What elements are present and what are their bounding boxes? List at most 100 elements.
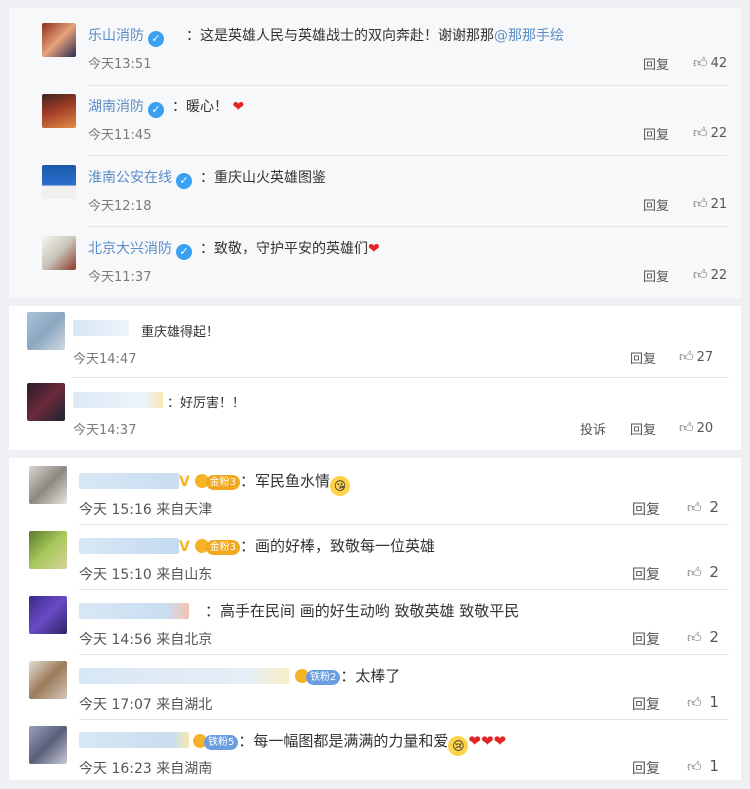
blurred-username[interactable] — [79, 473, 179, 489]
like-button[interactable]: 👍︎ 2 — [687, 563, 719, 581]
crying-face-icon: 😢 — [448, 736, 469, 756]
avatar[interactable] — [27, 312, 65, 350]
reply-button[interactable]: 回复 — [632, 564, 660, 584]
comment-text: ：好厉害！！ — [167, 396, 246, 411]
like-button[interactable]: 👍︎ 22 — [693, 266, 727, 283]
verified-v-icon: ✓ — [148, 31, 164, 47]
comment-time: 今天11:45 — [88, 128, 152, 143]
thumbs-up-icon: 👍︎ — [693, 267, 708, 283]
avatar[interactable] — [29, 531, 67, 569]
avatar[interactable] — [29, 661, 67, 699]
divider — [88, 155, 727, 156]
reply-button[interactable]: 回复 — [643, 195, 669, 214]
comment-text: ：致敬，守护平安的英雄们❤ — [200, 241, 380, 257]
reply-button[interactable]: 回复 — [643, 124, 669, 143]
thumbs-up-icon: 👍︎ — [693, 125, 708, 141]
divider — [88, 226, 727, 227]
commenter-name[interactable]: 淮南公安在线 ✓ — [88, 167, 192, 189]
fan-comments-panel: V 金粉3 ：军民鱼水情 😘 今天 15:16 来自天津 回复 👍︎ 2 V 金粉3… — [9, 458, 741, 780]
comment-time: 今天 16:23 来自湖南 — [79, 761, 213, 777]
comment-time: 今天 15:16 来自天津 — [79, 502, 213, 518]
mention-link[interactable]: @那那手绘 — [494, 28, 564, 44]
thumbs-up-icon: 👍︎ — [687, 630, 702, 646]
avatar[interactable] — [27, 383, 65, 421]
like-button[interactable]: 👍︎ 1 — [687, 757, 719, 775]
reply-button[interactable]: 回复 — [632, 758, 660, 778]
like-button[interactable]: 👍︎ 20 — [679, 419, 713, 436]
divider — [79, 589, 729, 590]
avatar[interactable] — [42, 23, 76, 57]
report-button[interactable]: 投诉 — [580, 419, 606, 438]
blurred-username[interactable] — [73, 392, 163, 408]
comment-text: ：重庆山火英雄图鉴 — [200, 170, 326, 186]
like-button[interactable]: 👍︎ 27 — [679, 348, 713, 365]
comment-time: 今天14:37 — [73, 423, 137, 438]
like-button[interactable]: 👍︎ 2 — [687, 628, 719, 646]
thumbs-up-icon: 👍︎ — [687, 500, 702, 516]
thumbs-up-icon: 👍︎ — [687, 695, 702, 711]
avatar[interactable] — [42, 165, 76, 199]
red-heart-icon: ❤❤❤ — [468, 732, 507, 750]
fan-badge: 金粉3 — [205, 475, 240, 490]
fan-badge: 铁粉5 — [204, 735, 239, 750]
official-comments-panel: 乐山消防 ✓ ：这是英雄人民与英雄战士的双向奔赴！谢谢那那@那那手绘 今天13:5… — [9, 8, 741, 298]
red-heart-icon: ❤ — [368, 241, 380, 257]
comment-text: ：暖心！ ❤ — [172, 99, 245, 115]
reply-button[interactable]: 回复 — [630, 419, 656, 438]
like-button[interactable]: 👍︎ 42 — [693, 54, 727, 71]
comment-time: 今天12:18 — [88, 199, 152, 214]
divider — [79, 654, 729, 655]
comment-text: V 金粉3 ：画的好棒，致敬每一位英雄 — [179, 537, 436, 555]
reply-button[interactable]: 回复 — [643, 266, 669, 285]
commenter-name[interactable]: 湖南消防 ✓ — [88, 96, 164, 118]
comment-text: ：这是英雄人民与英雄战士的双向奔赴！谢谢那那@那那手绘 — [186, 28, 564, 44]
comment-text: ：高手在民间 画的好生动哟 致敬英雄 致敬平民 — [205, 602, 520, 620]
verified-v-icon: V — [179, 539, 190, 555]
thumbs-up-icon: 👍︎ — [687, 565, 702, 581]
comment-text: 重庆雄得起！ — [141, 325, 220, 340]
avatar[interactable] — [29, 596, 67, 634]
avatar[interactable] — [29, 466, 67, 504]
reply-button[interactable]: 回复 — [632, 694, 660, 714]
blurred-username[interactable] — [79, 668, 289, 684]
avatar[interactable] — [29, 726, 67, 764]
comment-text: 铁粉2 ：太棒了 — [295, 665, 400, 686]
reply-button[interactable]: 回复 — [630, 348, 656, 367]
fan-badge: 铁粉2 — [306, 670, 341, 685]
verified-v-icon: ✓ — [176, 244, 192, 260]
comment-time: 今天14:47 — [73, 352, 137, 367]
red-heart-icon: ❤ — [232, 99, 245, 115]
divider — [73, 377, 729, 378]
reply-button[interactable]: 回复 — [643, 54, 669, 73]
blurred-username[interactable] — [79, 732, 189, 748]
comment-text: 铁粉5 ：每一幅图都是满满的力量和爱 😢 ❤❤❤ — [193, 730, 506, 756]
verified-v-icon: ✓ — [148, 102, 164, 118]
commenter-name[interactable]: 乐山消防 ✓ — [88, 25, 164, 47]
divider — [88, 85, 727, 86]
like-button[interactable]: 👍︎ 1 — [687, 693, 719, 711]
comment-time: 今天13:51 — [88, 57, 152, 72]
thumbs-up-icon: 👍︎ — [679, 420, 694, 436]
blurred-username[interactable] — [79, 603, 189, 619]
comment-time: 今天 14:56 来自北京 — [79, 632, 213, 648]
comment-time: 今天 15:10 来自山东 — [79, 567, 213, 583]
like-button[interactable]: 👍︎ 2 — [687, 498, 719, 516]
kissing-face-icon: 😘 — [330, 476, 351, 496]
blurred-username[interactable] — [79, 538, 179, 554]
blurred-username[interactable] — [73, 320, 129, 336]
thumbs-up-icon: 👍︎ — [687, 759, 702, 775]
thumbs-up-icon: 👍︎ — [693, 55, 708, 71]
verified-v-icon: V — [179, 474, 190, 490]
thumbs-up-icon: 👍︎ — [679, 349, 694, 365]
reply-button[interactable]: 回复 — [632, 499, 660, 519]
comment-text: V 金粉3 ：军民鱼水情 😘 — [179, 470, 351, 496]
reply-button[interactable]: 回复 — [632, 629, 660, 649]
like-button[interactable]: 👍︎ 21 — [693, 195, 727, 212]
avatar[interactable] — [42, 236, 76, 270]
user-comments-panel: 重庆雄得起！ 今天14:47 回复 👍︎ 27 ：好厉害！！ 今天14:37 投诉… — [9, 306, 741, 450]
avatar[interactable] — [42, 94, 76, 128]
commenter-name[interactable]: 北京大兴消防 ✓ — [88, 238, 192, 260]
divider — [79, 524, 729, 525]
comment-time: 今天11:37 — [88, 270, 152, 285]
like-button[interactable]: 👍︎ 22 — [693, 124, 727, 141]
